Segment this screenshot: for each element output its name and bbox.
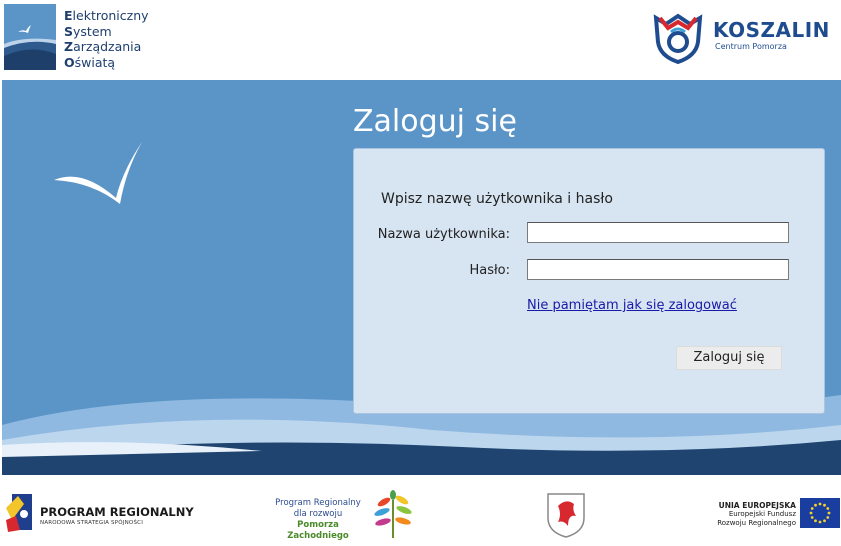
coat-of-arms-icon	[547, 493, 585, 538]
login-title: Zaloguj się	[353, 104, 517, 139]
eso-title: Elektroniczny System Zarządzania Oświatą	[64, 8, 149, 70]
eso-logo-icon	[4, 4, 56, 70]
eso-initial: O	[64, 54, 75, 70]
program-regionalny-title: PROGRAM REGIONALNY	[40, 505, 194, 519]
eso-initial: S	[64, 23, 74, 39]
username-input[interactable]	[527, 222, 789, 243]
program-regionalny-subtitle: NARODOWA STRATEGIA SPÓJNOŚCI	[40, 520, 144, 526]
eso-word: światą	[74, 54, 116, 70]
prpz-line: Program Regionalny	[275, 498, 361, 508]
tree-logo-icon	[374, 490, 412, 538]
password-label: Hasło:	[469, 263, 510, 278]
prpz-line: dla rozwoju	[293, 509, 343, 519]
eso-word: arządzania	[73, 39, 142, 54]
password-input[interactable]	[527, 259, 789, 280]
prpz-text: Program Regionalny dla rozwoju Pomorza Z…	[268, 498, 368, 542]
program-regionalny-logo-icon	[6, 494, 32, 532]
eso-initial: Z	[64, 39, 74, 54]
eso-initial: E	[64, 8, 73, 23]
eu-line: Europejski Fundusz	[728, 510, 796, 518]
login-heading: Wpisz nazwę użytkownika i hasło	[381, 191, 613, 207]
eso-word: lektroniczny	[72, 8, 149, 23]
city-subtitle: Centrum Pomorza	[715, 42, 787, 51]
eso-word: ystem	[73, 23, 112, 39]
header: Elektroniczny System Zarządzania Oświatą…	[0, 0, 841, 80]
eu-text: UNIA EUROPEJSKA Europejski Fundusz Rozwo…	[640, 501, 796, 528]
eu-line: UNIA EUROPEJSKA	[718, 501, 796, 510]
koszalin-logo-icon	[653, 13, 703, 64]
prpz-line: Pomorza Zachodniego	[287, 520, 349, 541]
city-name: KOSZALIN	[713, 18, 830, 42]
login-panel: Wpisz nazwę użytkownika i hasło Nazwa uż…	[353, 148, 825, 414]
footer: PROGRAM REGIONALNY NARODOWA STRATEGIA SP…	[0, 476, 841, 546]
login-area: Zaloguj się Wpisz nazwę użytkownika i ha…	[2, 80, 841, 475]
bird-icon	[54, 142, 142, 204]
username-label: Nazwa użytkownika:	[377, 227, 510, 242]
eu-line: Rozwoju Regionalnego	[717, 519, 796, 527]
login-button[interactable]: Zaloguj się	[676, 346, 782, 370]
forgot-password-link[interactable]: Nie pamiętam jak się zalogować	[527, 298, 737, 313]
eu-flag-icon	[800, 498, 840, 528]
